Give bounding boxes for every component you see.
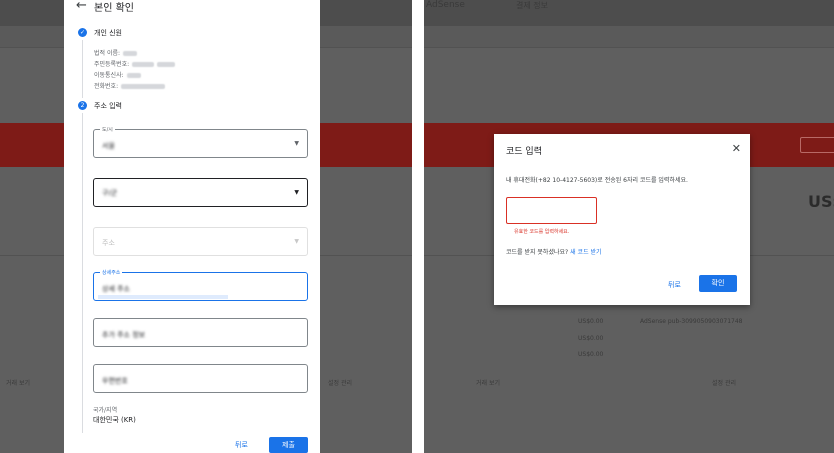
background-header: AdSense 결제 정보 <box>424 0 834 26</box>
background-pay-info: 결제 정보 <box>516 1 548 10</box>
address-line2-value: 추가 주소 정보 <box>102 331 146 339</box>
page-title: 본인 확인 <box>94 3 134 14</box>
postal-code-value: 우편번호 <box>102 377 128 385</box>
background-amount: US$0.00 <box>578 351 604 358</box>
background-manage-settings: 설정 관리 <box>328 380 352 387</box>
background-app-title: AdSense <box>426 0 465 10</box>
right-screenshot-panel: AdSense 결제 정보 US$ US$0.00 US$0.00 US$0.0… <box>424 0 834 453</box>
district-select-value: 구/군 <box>102 189 118 197</box>
left-screenshot-panel: 거래 보기 설정 관리 ← 본인 확인 ✓ 개인 신원 법적 이름: 주민등록번… <box>0 0 412 453</box>
dialog-title: 코드 입력 <box>506 147 542 157</box>
registration-number-line: 주민등록번호: <box>94 59 176 68</box>
background-subbar <box>424 26 834 48</box>
chevron-down-icon: ▼ <box>294 238 299 245</box>
district-select[interactable]: 구/군 ▼ <box>93 178 308 207</box>
background-us-dollar: US$ <box>808 192 834 211</box>
background-divider <box>0 255 64 256</box>
city-select[interactable]: 도/시 서울 ▼ <box>93 126 308 158</box>
background-manage-settings: 설정 관리 <box>712 380 736 387</box>
country-value: 대한민국 (KR) <box>93 416 136 424</box>
resend-prompt: 코드를 받지 못하셨나요? 새 코드 받기 <box>506 249 602 256</box>
panel-gutter <box>412 0 424 453</box>
background-divider <box>320 255 412 256</box>
dialog-description: 내 휴대전화(+82 10-4127-5603)로 전송된 6자리 코드를 입력… <box>506 177 688 184</box>
back-button[interactable]: 뒤로 <box>668 280 681 290</box>
address-select: 주소 ▼ <box>93 227 308 256</box>
detail-address-label: 상세주소 <box>100 269 123 276</box>
step2-label: 주소 입력 <box>94 102 122 110</box>
enter-code-dialog: 코드 입력 ✕ 내 휴대전화(+82 10-4127-5603)로 전송된 6자… <box>494 134 750 305</box>
address-placeholder: 주소 <box>102 239 115 247</box>
postal-code-input[interactable]: 우편번호 <box>93 364 308 393</box>
chevron-down-icon: ▼ <box>294 140 299 147</box>
address-line2-input[interactable]: 추가 주소 정보 <box>93 318 308 347</box>
background-view-history: 거래 보기 <box>6 380 30 387</box>
step-rail <box>82 40 83 98</box>
detail-address-input[interactable]: 상세주소 상세 주소 <box>93 269 308 301</box>
background-alert-button <box>800 137 834 153</box>
city-select-label: 도/시 <box>100 126 115 133</box>
resend-code-link[interactable]: 새 코드 받기 <box>570 249 601 256</box>
step-rail <box>82 113 83 433</box>
legal-name-line: 법적 이름: <box>94 48 138 57</box>
step1-label: 개인 신원 <box>94 29 122 37</box>
confirm-button[interactable]: 확인 <box>699 275 737 292</box>
close-icon[interactable]: ✕ <box>732 142 741 155</box>
back-arrow-icon[interactable]: ← <box>76 0 87 13</box>
identity-verification-sheet: ← 본인 확인 ✓ 개인 신원 법적 이름: 주민등록번호: 이동통신사: 전화… <box>64 0 320 453</box>
submit-button[interactable]: 제출 <box>269 437 308 453</box>
selection-highlight <box>98 295 228 299</box>
country-label: 국가/지역 <box>93 407 118 414</box>
verification-code-input[interactable] <box>506 197 597 224</box>
detail-address-value: 상세 주소 <box>102 285 130 293</box>
background-amount: US$0.00 <box>578 335 604 342</box>
phone-line: 전화번호: <box>94 81 166 90</box>
check-circle-icon: ✓ <box>78 28 87 37</box>
background-view-history: 거래 보기 <box>476 380 500 387</box>
step2-badge: 2 <box>78 101 87 110</box>
back-button[interactable]: 뒤로 <box>235 440 248 450</box>
carrier-line: 이동통신사: <box>94 70 141 79</box>
code-error-message: 유효한 코드를 입력하세요. <box>514 229 570 235</box>
background-publisher-id: AdSense pub-3099050903071748 <box>640 318 743 325</box>
chevron-down-icon: ▼ <box>294 189 299 196</box>
city-select-value: 서울 <box>102 142 115 150</box>
background-amount: US$0.00 <box>578 318 604 325</box>
